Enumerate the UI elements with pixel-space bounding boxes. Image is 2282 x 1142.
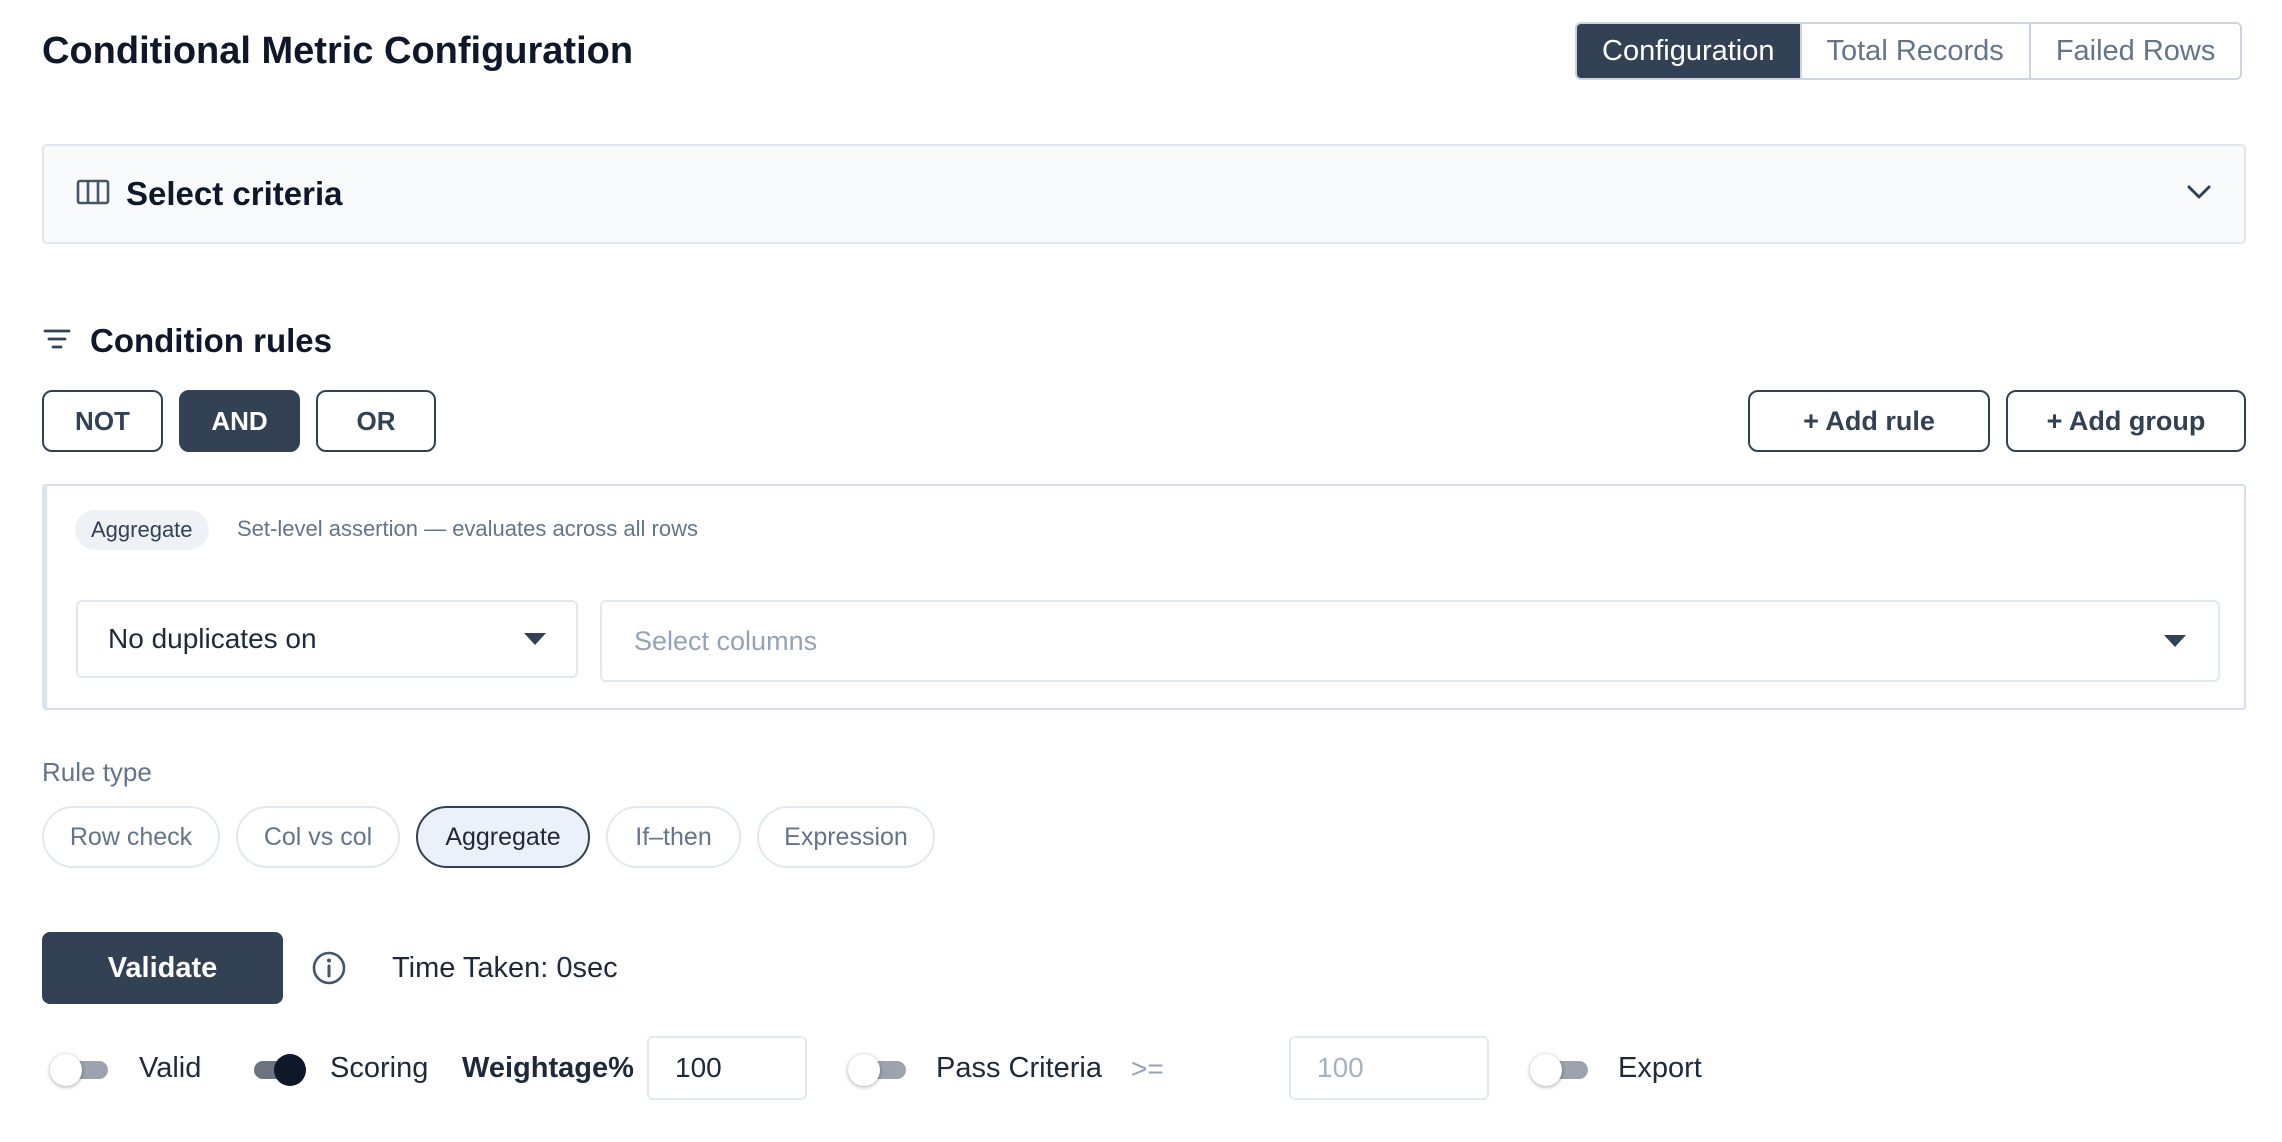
time-taken: Time Taken: 0sec — [392, 952, 618, 984]
columns-icon — [76, 178, 110, 211]
rule-type-label: Rule type — [42, 757, 152, 787]
select-criteria-accordion[interactable]: Select criteria — [42, 144, 2246, 244]
caret-down-icon — [2164, 635, 2186, 647]
pass-criteria-toggle[interactable] — [848, 1054, 908, 1086]
pass-criteria-input[interactable]: 100 — [1289, 1036, 1489, 1100]
condition-rules-title: Condition rules — [90, 322, 332, 359]
add-rule-button[interactable]: + Add rule — [1748, 390, 1990, 452]
page-title: Conditional Metric Configuration — [42, 30, 634, 72]
caret-down-icon — [524, 633, 546, 645]
tab-total-records[interactable]: Total Records — [1799, 24, 2029, 78]
chip-aggregate[interactable]: Aggregate — [416, 806, 590, 868]
condition-rules-header: Condition rules — [42, 322, 332, 360]
add-group-button[interactable]: + Add group — [2006, 390, 2246, 452]
scoring-toggle[interactable] — [246, 1054, 306, 1086]
weightage-input-value: 100 — [675, 1052, 722, 1083]
filter-icon — [42, 327, 72, 356]
info-icon[interactable] — [311, 950, 347, 991]
weightage-input[interactable]: 100 — [647, 1036, 807, 1100]
view-tabs: Configuration Total Records Failed Rows — [1575, 22, 2243, 80]
valid-toggle[interactable] — [50, 1054, 110, 1086]
rule-card: Aggregate Set-level assertion — evaluate… — [42, 484, 2246, 710]
valid-label: Valid — [139, 1052, 202, 1084]
select-criteria-title: Select criteria — [126, 175, 343, 212]
scoring-label: Scoring — [330, 1052, 429, 1084]
tab-configuration[interactable]: Configuration — [1577, 24, 1800, 78]
chip-if-then[interactable]: If–then — [606, 806, 741, 868]
pass-criteria-toggle-knob — [848, 1054, 880, 1086]
logic-and-button[interactable]: AND — [179, 390, 300, 452]
valid-toggle-knob — [50, 1054, 82, 1086]
chevron-down-icon[interactable] — [2186, 184, 2212, 205]
chip-col-vs-col[interactable]: Col vs col — [236, 806, 400, 868]
export-label: Export — [1618, 1052, 1702, 1084]
weightage-label: Weightage% — [462, 1052, 634, 1084]
assertion-select[interactable]: No duplicates on — [76, 600, 578, 678]
pass-criteria-operator: >= — [1131, 1053, 1164, 1084]
tab-failed-rows[interactable]: Failed Rows — [2028, 24, 2241, 78]
columns-select[interactable]: Select columns — [600, 600, 2220, 682]
export-toggle[interactable] — [1530, 1054, 1590, 1086]
logic-not-button[interactable]: NOT — [42, 390, 163, 452]
chip-row-check[interactable]: Row check — [42, 806, 220, 868]
export-toggle-knob — [1530, 1054, 1562, 1086]
rule-type-badge: Aggregate — [75, 510, 209, 550]
pass-criteria-label: Pass Criteria — [936, 1052, 1102, 1084]
logic-or-button[interactable]: OR — [316, 390, 436, 452]
assertion-select-value: No duplicates on — [108, 623, 317, 654]
rule-description: Set-level assertion — evaluates across a… — [237, 516, 698, 541]
pass-criteria-input-placeholder: 100 — [1317, 1052, 1364, 1083]
scoring-toggle-knob — [274, 1054, 306, 1086]
validate-button[interactable]: Validate — [42, 932, 283, 1004]
chip-expression[interactable]: Expression — [757, 806, 935, 868]
columns-select-placeholder: Select columns — [634, 625, 818, 656]
